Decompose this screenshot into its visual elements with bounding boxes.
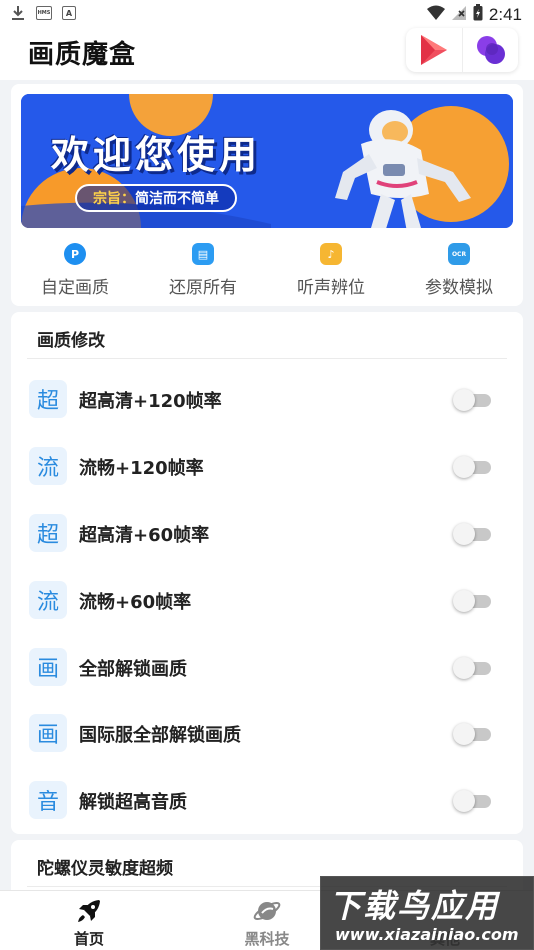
planet-icon xyxy=(253,901,281,921)
quick-action-label: 听声辨位 xyxy=(297,278,365,298)
toggle-switch[interactable] xyxy=(453,456,493,478)
toggle-switch[interactable] xyxy=(453,657,493,679)
nav-label: 首页 xyxy=(73,930,104,948)
row-label: 流畅+60帧率 xyxy=(79,592,192,613)
row-badge: 画 xyxy=(29,648,67,686)
banner-title: 欢迎您使用 xyxy=(51,133,262,177)
play-store-icon xyxy=(421,35,447,65)
banner-subtitle-prefix: 宗旨： xyxy=(93,191,135,207)
rocket-icon xyxy=(78,900,100,922)
toggle-switch[interactable] xyxy=(453,790,493,812)
row-label: 全部解锁画质 xyxy=(79,659,187,680)
app-header: 画质魔盒 xyxy=(0,28,534,80)
section-title-quality: 画质修改 xyxy=(37,331,105,351)
hms-icon: HMS xyxy=(36,6,52,20)
nav-item-home[interactable]: 首页 xyxy=(0,891,178,950)
quick-action-label: 自定画质 xyxy=(41,278,109,298)
watermark-url: www.xiazainiao.com xyxy=(335,925,519,944)
setting-row-unlock-all-quality: 画 全部解锁画质 xyxy=(11,635,523,701)
nav-label: 黑科技 xyxy=(244,930,290,948)
row-badge: 超 xyxy=(29,514,67,552)
quick-action-label: 还原所有 xyxy=(169,278,237,298)
app-title: 画质魔盒 xyxy=(28,40,137,70)
setting-row-intl-unlock-quality: 画 国际服全部解锁画质 xyxy=(11,701,523,767)
banner-subtitle: 宗旨： 简洁而不简单 xyxy=(75,184,237,212)
row-label: 国际服全部解锁画质 xyxy=(79,725,241,746)
top-card: 欢迎您使用 宗旨： 简洁而不简单 P 自定画质 ▤ 还原所有 ♪ 听声辨位 OC… xyxy=(11,84,523,306)
quick-action-restore[interactable]: ▤ 还原所有 xyxy=(139,238,267,302)
header-actions xyxy=(406,28,518,72)
row-badge: 流 xyxy=(29,447,67,485)
parameter-sim-icon: OCR xyxy=(448,243,470,265)
circles-icon xyxy=(476,36,505,64)
row-badge: 超 xyxy=(29,380,67,418)
setting-row-uhd-120: 超 超高清+120帧率 xyxy=(11,367,523,433)
quality-settings-card: 画质修改 超 超高清+120帧率 流 流畅+120帧率 超 超高清+60帧率 流… xyxy=(11,312,523,834)
row-badge: 画 xyxy=(29,714,67,752)
row-label: 超高清+120帧率 xyxy=(79,391,222,412)
sound-locate-icon: ♪ xyxy=(320,243,342,265)
banner-subtitle-text: 简洁而不简单 xyxy=(135,191,219,207)
status-bar: HMS A 2:41 xyxy=(0,0,534,28)
font-a-icon: A xyxy=(62,6,76,20)
row-label: 解锁超高音质 xyxy=(79,792,187,813)
restore-icon: ▤ xyxy=(192,243,214,265)
watermark-main: 下载鸟应用 xyxy=(329,887,500,925)
quick-action-custom-quality[interactable]: P 自定画质 xyxy=(11,238,139,302)
row-label: 流畅+120帧率 xyxy=(79,458,204,479)
row-badge: 音 xyxy=(29,781,67,819)
quick-actions: P 自定画质 ▤ 还原所有 ♪ 听声辨位 OCR 参数模拟 xyxy=(11,238,523,302)
setting-row-smooth-120: 流 流畅+120帧率 xyxy=(11,434,523,500)
circles-button[interactable] xyxy=(462,28,518,72)
row-badge: 流 xyxy=(29,581,67,619)
quick-action-sound-locate[interactable]: ♪ 听声辨位 xyxy=(267,238,395,302)
welcome-banner[interactable]: 欢迎您使用 宗旨： 简洁而不简单 xyxy=(21,94,513,228)
setting-row-smooth-60: 流 流畅+60帧率 xyxy=(11,568,523,634)
play-button[interactable] xyxy=(406,28,462,72)
toggle-switch[interactable] xyxy=(453,389,493,411)
setting-row-unlock-audio: 音 解锁超高音质 xyxy=(11,768,523,834)
custom-quality-icon: P xyxy=(64,243,86,265)
download-icon xyxy=(10,5,26,21)
quick-action-parameter-sim[interactable]: OCR 参数模拟 xyxy=(395,238,523,302)
setting-row-uhd-60: 超 超高清+60帧率 xyxy=(11,501,523,567)
quick-action-label: 参数模拟 xyxy=(425,278,493,298)
toggle-switch[interactable] xyxy=(453,523,493,545)
toggle-switch[interactable] xyxy=(453,723,493,745)
divider xyxy=(27,358,507,359)
wifi-icon xyxy=(426,5,445,25)
signal-off-icon xyxy=(451,5,467,25)
row-label: 超高清+60帧率 xyxy=(79,525,210,546)
status-time: 2:41 xyxy=(488,4,522,24)
watermark: 下载鸟应用 www.xiazainiao.com xyxy=(320,876,534,950)
section-title-gyro: 陀螺仪灵敏度超频 xyxy=(37,859,173,879)
battery-icon xyxy=(473,4,483,25)
toggle-switch[interactable] xyxy=(453,590,493,612)
